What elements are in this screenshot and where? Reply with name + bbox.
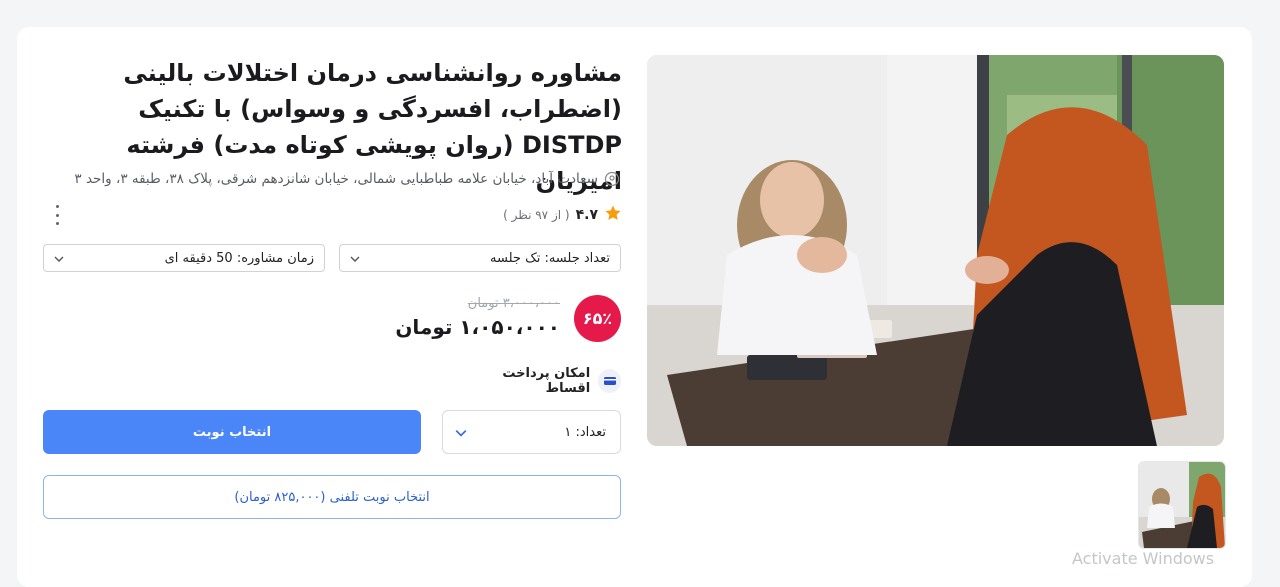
chevron-down-icon <box>350 253 360 263</box>
star-icon <box>604 204 622 226</box>
quantity-select[interactable]: تعداد: ۱ <box>442 410 621 454</box>
rating-row[interactable]: ۴.۷ ( از ۹۷ نظر ) <box>400 204 622 226</box>
more-options-icon[interactable] <box>50 205 64 225</box>
rating-value: ۴.۷ <box>575 207 598 223</box>
session-count-value: تعداد جلسه: تک جلسه <box>490 250 610 266</box>
installment-icon <box>598 369 621 393</box>
quantity-text: تعداد: ۱ <box>564 425 606 440</box>
installment-row: امکان پرداخت اقساط <box>460 366 621 396</box>
new-price: ۱،۰۵۰،۰۰۰ تومان <box>395 315 560 339</box>
select-slot-button[interactable]: انتخاب نوبت <box>43 410 421 454</box>
product-thumbnail[interactable] <box>1138 461 1226 549</box>
installment-label: امکان پرداخت اقساط <box>502 366 591 396</box>
duration-select[interactable]: زمان مشاوره: 50 دقیقه ای <box>43 244 325 272</box>
quantity-label: تعداد: <box>575 424 607 440</box>
quantity-value: ۱ <box>564 424 572 440</box>
duration-value: زمان مشاوره: 50 دقیقه ای <box>164 250 314 266</box>
old-price: ۳،۰۰۰،۰۰۰ تومان <box>467 296 560 311</box>
address-text: سعادت آباد، خیابان علامه طباطبایی شمالی،… <box>74 171 598 187</box>
location-pin-icon <box>604 171 620 187</box>
discount-badge: ۶۵٪ <box>574 295 621 342</box>
rating-count: ( از ۹۷ نظر ) <box>503 208 570 222</box>
phone-slot-button[interactable]: انتخاب نوبت تلفنی (۸۲۵,۰۰۰ تومان) <box>43 475 621 519</box>
chevron-down-icon <box>455 427 467 437</box>
address-row: سعادت آباد، خیابان علامه طباطبایی شمالی،… <box>40 171 620 187</box>
chevron-down-icon <box>54 253 64 263</box>
session-count-select[interactable]: تعداد جلسه: تک جلسه <box>339 244 621 272</box>
product-main-image[interactable] <box>647 55 1224 446</box>
activate-windows-watermark: Activate Windows <box>1072 549 1215 568</box>
